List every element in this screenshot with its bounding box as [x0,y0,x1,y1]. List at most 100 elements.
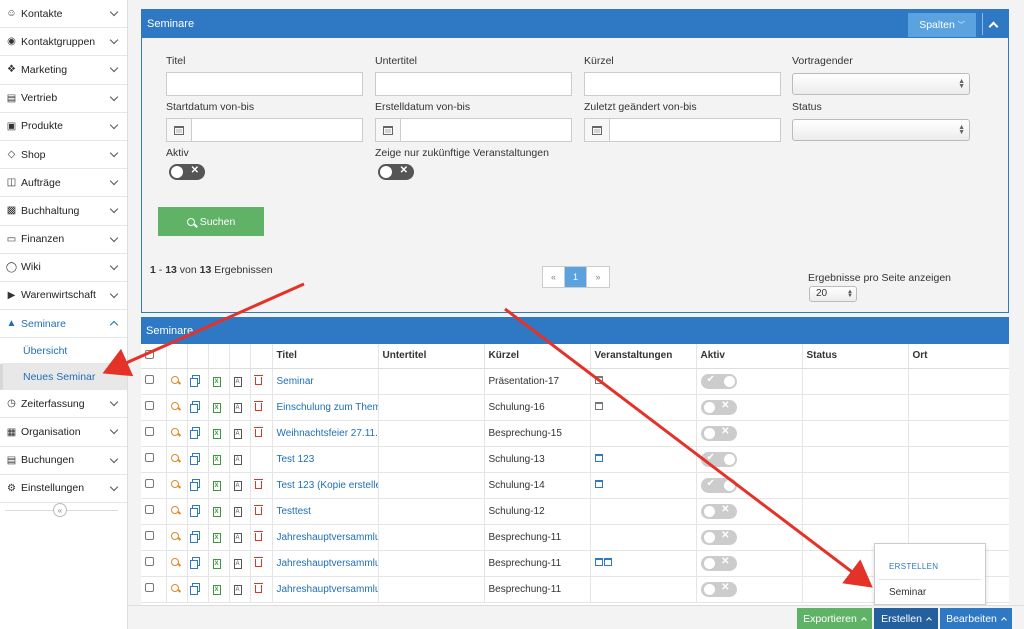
zukuenftig-toggle[interactable]: ✕ [378,164,414,180]
excel-icon[interactable]: X [212,403,221,413]
sidebar-item-kontakte[interactable]: ☺ Kontakte [0,0,127,29]
row-titel[interactable]: Seminar [272,368,379,395]
spalten-button[interactable]: Spalten ﹀ [908,13,976,37]
sidebar-item-organisation[interactable]: ▦ Organisation [0,418,127,447]
excel-icon[interactable]: X [212,429,221,439]
table-row[interactable]: X A Test 123 (Kopie erstellen Schulung-14 ✔ [141,472,1009,499]
row-active-toggle[interactable]: ✕ [700,581,737,597]
untertitel-input[interactable] [375,72,572,96]
pdf-icon[interactable]: A [233,559,242,569]
table-row[interactable]: X A Testtest Schulung-12 ✕ [141,498,1009,525]
col-titel[interactable]: Titel [272,344,379,369]
copy-icon[interactable] [189,479,200,491]
copy-icon[interactable] [189,583,200,595]
col-status[interactable]: Status [802,344,909,369]
sidebar-item-vertrieb[interactable]: ▤ Vertrieb [0,85,127,113]
row-active-toggle[interactable]: ✕ [700,503,737,519]
dropdown-item-seminar[interactable]: Seminar [889,587,926,598]
sidebar-item-buchhaltung[interactable]: ▩ Buchhaltung [0,197,127,226]
calendar-icon[interactable] [594,453,603,462]
copy-icon[interactable] [189,427,200,439]
kuerzel-input[interactable] [584,72,781,96]
view-icon[interactable] [170,505,179,514]
pdf-icon[interactable]: A [233,507,242,517]
search-button[interactable]: Suchen [158,207,264,236]
row-checkbox[interactable] [145,401,154,410]
pdf-icon[interactable]: A [233,455,242,465]
table-row[interactable]: X A Seminar Präsentation-17 ✔ [141,368,1009,395]
table-row[interactable]: X A Weihnachtsfeier 27.11.2 Besprechung-15 ✕ [141,420,1009,447]
row-titel[interactable]: Jahreshauptversammlun [272,576,379,603]
row-active-toggle[interactable]: ✔ [700,451,737,467]
sidebar-item-produkte[interactable]: ▣ Produkte [0,113,127,141]
row-active-toggle[interactable]: ✕ [700,425,737,441]
calendar-icon[interactable] [594,479,603,488]
view-icon[interactable] [170,479,179,488]
trash-icon[interactable] [253,556,263,567]
view-icon[interactable] [170,557,179,566]
exportieren-button[interactable]: Exportieren [797,608,872,629]
view-icon[interactable] [170,375,179,384]
pdf-icon[interactable]: A [233,481,242,491]
pdf-icon[interactable]: A [233,403,242,413]
pager-page-1[interactable]: 1 [565,267,587,287]
row-titel[interactable]: Jahreshauptversammlun [272,524,379,551]
copy-icon[interactable] [189,531,200,543]
excel-icon[interactable]: X [212,481,221,491]
row-titel[interactable]: Weihnachtsfeier 27.11.2 [272,420,379,447]
col-untertitel[interactable]: Untertitel [378,344,485,369]
view-icon[interactable] [170,531,179,540]
col-aktiv[interactable]: Aktiv [696,344,803,369]
pager-prev[interactable]: « [543,267,565,287]
col-kuerzel[interactable]: Kürzel [484,344,591,369]
sidebar-item-seminare[interactable]: ▲ Seminare [0,310,127,339]
startdatum-input[interactable] [166,118,363,142]
view-icon[interactable] [170,401,179,410]
sidebar-subitem-neues-seminar[interactable]: Neues Seminar [0,364,127,391]
copy-icon[interactable] [189,557,200,569]
aktiv-toggle[interactable]: ✕ [169,164,205,180]
table-row[interactable]: X A Test 123 Schulung-13 ✔ [141,446,1009,473]
row-active-toggle[interactable]: ✔ [700,373,737,389]
erstelldatum-input[interactable] [375,118,572,142]
row-active-toggle[interactable]: ✔ [700,477,737,493]
pager-next[interactable]: » [587,267,609,287]
titel-input[interactable] [166,72,363,96]
row-titel[interactable]: Einschulung zum Thema [272,394,379,421]
sidebar-item-buchungen[interactable]: ▤ Buchungen [0,447,127,475]
calendar-button[interactable] [585,119,610,141]
sidebar-item-auftr-ge[interactable]: ◫ Aufträge [0,169,127,198]
view-icon[interactable] [170,583,179,592]
pdf-icon[interactable]: A [233,377,242,387]
row-checkbox[interactable] [145,583,154,592]
row-checkbox[interactable] [145,375,154,384]
excel-icon[interactable]: X [212,585,221,595]
copy-icon[interactable] [189,401,200,413]
calendar-icon[interactable] [594,375,603,384]
trash-icon[interactable] [253,400,263,411]
sidebar-item-wiki[interactable]: ◯ Wiki [0,254,127,282]
pdf-icon[interactable]: A [233,429,242,439]
excel-icon[interactable]: X [212,507,221,517]
row-titel[interactable]: Test 123 (Kopie erstellen [272,472,379,499]
trash-icon[interactable] [253,478,263,489]
pdf-icon[interactable]: A [233,585,242,595]
excel-icon[interactable]: X [212,559,221,569]
excel-icon[interactable]: X [212,455,221,465]
sidebar-item-warenwirtschaft[interactable]: ▶ Warenwirtschaft [0,282,127,311]
collapse-sidebar-button[interactable]: « [53,503,67,517]
calendar-icon[interactable] [594,401,603,410]
copy-icon[interactable] [189,505,200,517]
trash-icon[interactable] [253,426,263,437]
row-active-toggle[interactable]: ✕ [700,529,737,545]
sidebar-item-zeiterfassung[interactable]: ◷ Zeiterfassung [0,390,127,419]
copy-icon[interactable] [189,375,200,387]
row-titel[interactable]: Jahreshauptversammlun [272,550,379,577]
row-checkbox[interactable] [145,453,154,462]
row-active-toggle[interactable]: ✕ [700,399,737,415]
sidebar-item-shop[interactable]: ◇ Shop [0,141,127,170]
col-ort[interactable]: Ort [908,344,1009,369]
col-veranstaltungen[interactable]: Veranstaltungen [590,344,697,369]
calendar-icon[interactable] [594,557,603,566]
row-checkbox[interactable] [145,427,154,436]
